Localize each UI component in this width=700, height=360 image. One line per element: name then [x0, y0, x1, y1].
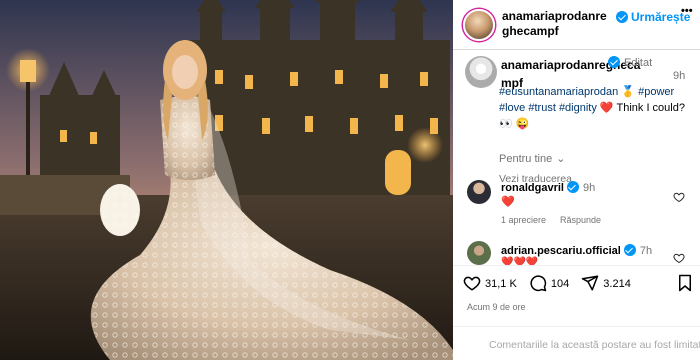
post-timestamp: Acum 9 de ore: [467, 302, 526, 312]
author-avatar[interactable]: [463, 9, 495, 41]
comment-button[interactable]: 104: [529, 274, 569, 292]
save-button[interactable]: [677, 274, 693, 297]
eyes-emoji: 👀: [499, 118, 513, 130]
post-photo[interactable]: [0, 0, 453, 360]
comment-sort-dropdown[interactable]: Pentru tine ⌄: [499, 152, 565, 165]
caption-text: #eusuntanamariaprodan 🥇 #power #love #tr…: [499, 84, 695, 132]
share-button[interactable]: 3.214: [581, 274, 631, 292]
verified-badge-icon: [566, 181, 579, 193]
comment-header: adrian.pescariu.official 7h: [501, 244, 652, 257]
comment-sort-label: Pentru tine: [499, 153, 553, 165]
comment-header: ronaldgavril 9h: [501, 181, 595, 194]
share-count: 3.214: [603, 278, 631, 290]
more-options-icon[interactable]: •••: [681, 5, 693, 17]
comment-like-button[interactable]: [673, 191, 685, 206]
post-details-panel: anamariaprodanreghecampf Urmărește ••• a…: [453, 0, 700, 360]
comment-likes-link[interactable]: 1 apreciere: [501, 215, 546, 225]
heart-icon: [673, 253, 685, 264]
verified-badge-icon: [616, 11, 628, 23]
medal-emoji: 🥇: [621, 86, 636, 98]
edited-label: Editat: [624, 57, 653, 69]
comments-limited-notice: Comentariile la această postare au fost …: [453, 326, 700, 360]
bookmark-icon: [679, 274, 691, 292]
comment-text: ❤️: [501, 196, 515, 208]
heart-icon: [463, 276, 481, 291]
comment-actions: 1 apreciere Răspunde: [501, 215, 601, 225]
commenter-username[interactable]: adrian.pescariu.official: [501, 245, 621, 257]
post-image-illustration: [0, 0, 453, 360]
hashtag-link[interactable]: #trust: [528, 102, 556, 114]
caption-meta: Editat: [608, 56, 652, 69]
comment-icon: [530, 275, 547, 292]
hashtag-link[interactable]: #power: [638, 86, 674, 98]
author-username[interactable]: anamariaprodanreghecampf: [502, 9, 612, 39]
hashtag-link[interactable]: #dignity: [559, 102, 597, 114]
share-icon: [582, 275, 599, 291]
commenter-username[interactable]: ronaldgavril: [501, 182, 564, 194]
post-actions-bar: 31,1 K 104 3.214 Acum 9 de ore Comentari…: [453, 265, 700, 360]
wink-emoji: 😜: [515, 118, 530, 130]
heart-emoji: ❤️: [599, 102, 614, 114]
like-count: 31,1 K: [485, 278, 517, 290]
hashtag-link[interactable]: #eusuntanamariaprodan: [499, 86, 618, 98]
commenter-avatar[interactable]: [467, 180, 491, 204]
caption-author-avatar[interactable]: [465, 56, 497, 88]
comment-time: 9h: [582, 182, 596, 194]
like-button[interactable]: 31,1 K: [463, 274, 517, 292]
caption-body: Think I could?: [616, 102, 685, 114]
heart-icon: [673, 192, 685, 203]
reply-button[interactable]: Răspunde: [560, 215, 601, 225]
post-header: anamariaprodanreghecampf Urmărește •••: [453, 0, 700, 50]
comment-count: 104: [550, 278, 570, 290]
caption-time: 9h: [673, 70, 686, 82]
action-row: 31,1 K 104 3.214: [463, 274, 640, 292]
hashtag-link[interactable]: #love: [499, 102, 525, 114]
verified-badge-icon: [608, 56, 620, 68]
chevron-down-icon: ⌄: [556, 153, 566, 165]
comment-time: 7h: [639, 245, 653, 257]
verified-badge-icon: [623, 244, 636, 256]
commenter-avatar[interactable]: [467, 241, 491, 265]
